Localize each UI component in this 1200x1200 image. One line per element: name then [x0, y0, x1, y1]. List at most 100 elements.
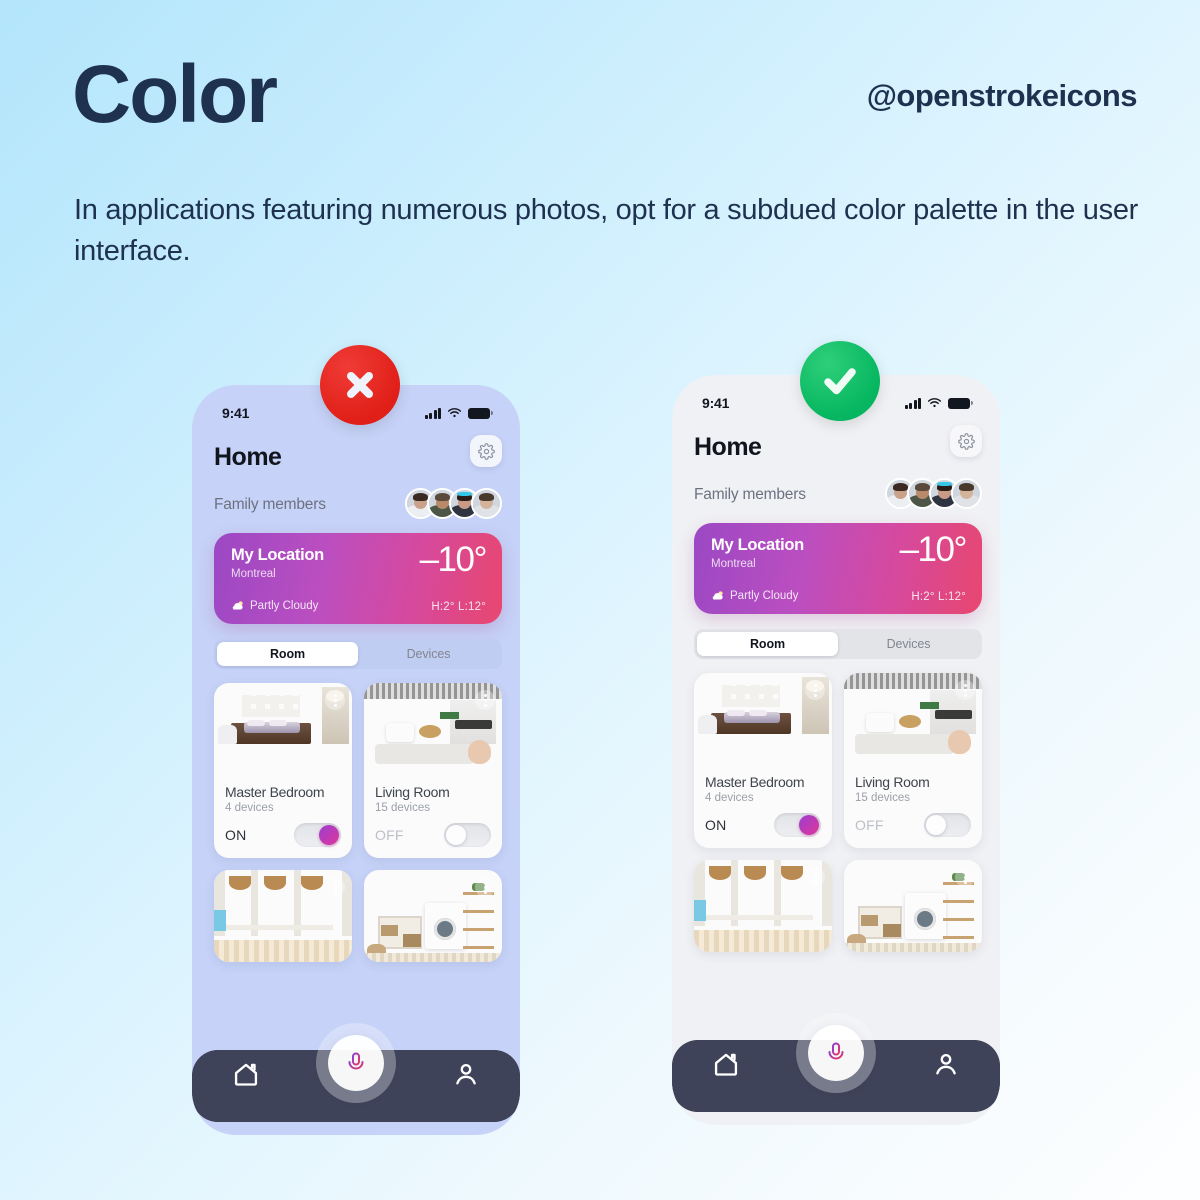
family-members-label: Family members: [214, 496, 326, 513]
room-photo: [364, 870, 502, 962]
voice-assistant-button[interactable]: [808, 1025, 864, 1081]
room-name: Master Bedroom: [225, 784, 325, 800]
voice-assistant-button[interactable]: [328, 1035, 384, 1091]
weather-condition: Partly Cloudy: [231, 599, 318, 613]
room-card[interactable]: Master Bedroom 4 devices ON: [694, 673, 832, 848]
check-icon: [824, 368, 856, 395]
room-name: Master Bedroom: [705, 774, 805, 790]
avatar-group[interactable]: [885, 478, 982, 509]
gear-icon: [957, 432, 975, 450]
battery-full-icon: [948, 397, 973, 409]
battery-full-icon: [468, 407, 493, 419]
more-vertical-icon[interactable]: [805, 867, 825, 887]
room-card[interactable]: [844, 860, 982, 952]
avatar[interactable]: [471, 488, 502, 519]
microphone-icon: [348, 1052, 364, 1073]
cellular-bars-icon: [904, 397, 921, 409]
wifi-icon: [927, 398, 942, 408]
correct-badge: [800, 341, 880, 421]
weather-card[interactable]: My Location Montreal –10° Partly Cloudy …: [214, 533, 502, 624]
status-time: 9:41: [702, 395, 730, 411]
room-card[interactable]: [214, 870, 352, 962]
room-name: Living Room: [855, 774, 930, 790]
room-photo: [364, 683, 502, 775]
weather-location: My Location: [231, 546, 324, 564]
more-vertical-icon[interactable]: [475, 877, 495, 897]
weather-city: Montreal: [231, 568, 276, 580]
nav-home-button[interactable]: [712, 1050, 740, 1078]
room-photo: [694, 860, 832, 952]
status-time: 9:41: [222, 405, 250, 421]
room-photo: [844, 673, 982, 765]
room-card[interactable]: Living Room 15 devices OFF: [364, 683, 502, 858]
nav-profile-button[interactable]: [932, 1050, 960, 1078]
weather-condition: Partly Cloudy: [711, 589, 798, 603]
family-members-label: Family members: [694, 486, 806, 503]
room-power-toggle[interactable]: [924, 813, 971, 837]
partly-cloudy-icon: [712, 591, 723, 600]
segmented-control[interactable]: Room Devices: [694, 629, 982, 659]
author-handle: @openstrokeicons: [866, 78, 1138, 113]
family-members-row: Family members: [214, 488, 502, 522]
microphone-icon: [828, 1042, 844, 1063]
person-icon: [456, 1063, 476, 1085]
more-vertical-icon[interactable]: [955, 867, 975, 887]
room-device-count: 4 devices: [225, 802, 274, 814]
weather-city: Montreal: [711, 558, 756, 570]
room-power-toggle[interactable]: [294, 823, 341, 847]
person-icon: [936, 1053, 956, 1075]
room-device-count: 4 devices: [705, 792, 754, 804]
tab-room[interactable]: Room: [697, 632, 838, 656]
more-vertical-icon[interactable]: [325, 690, 345, 710]
room-card[interactable]: [694, 860, 832, 952]
weather-high-low: H:2° L:12°: [431, 601, 486, 613]
more-vertical-icon[interactable]: [325, 877, 345, 897]
family-members-row: Family members: [694, 478, 982, 512]
room-card[interactable]: Master Bedroom 4 devices ON: [214, 683, 352, 858]
room-power-toggle[interactable]: [444, 823, 491, 847]
more-vertical-icon[interactable]: [805, 680, 825, 700]
settings-button[interactable]: [950, 425, 982, 457]
room-power-toggle[interactable]: [774, 813, 821, 837]
partly-cloudy-icon: [232, 601, 243, 610]
room-power-label: OFF: [855, 817, 884, 833]
cellular-bars-icon: [424, 407, 441, 419]
home-icon: [714, 1053, 738, 1076]
nav-home-button[interactable]: [232, 1060, 260, 1088]
app-page-title: Home: [214, 443, 282, 471]
page-subtitle: In applications featuring numerous photo…: [74, 194, 1139, 268]
wifi-icon: [447, 408, 462, 418]
room-card[interactable]: Living Room 15 devices OFF: [844, 673, 982, 848]
home-icon: [234, 1063, 258, 1086]
weather-location: My Location: [711, 536, 804, 554]
room-device-count: 15 devices: [855, 792, 910, 804]
tab-devices[interactable]: Devices: [838, 632, 979, 656]
more-vertical-icon[interactable]: [955, 680, 975, 700]
weather-temperature: –10°: [899, 530, 968, 569]
segmented-control[interactable]: Room Devices: [214, 639, 502, 669]
avatar[interactable]: [951, 478, 982, 509]
weather-card[interactable]: My Location Montreal –10° Partly Cloudy …: [694, 523, 982, 614]
phone-mockup-correct: 9:41 Home Family members My Location Mon…: [672, 375, 1000, 1125]
settings-button[interactable]: [470, 435, 502, 467]
room-power-label: ON: [225, 827, 247, 843]
weather-temperature: –10°: [419, 540, 488, 579]
room-photo: [844, 860, 982, 952]
avatar-group[interactable]: [405, 488, 502, 519]
room-card[interactable]: [364, 870, 502, 962]
bottom-nav: [192, 1035, 520, 1135]
bottom-nav: [672, 1025, 1000, 1125]
app-page-title: Home: [694, 433, 762, 461]
phone-mockup-incorrect: 9:41 Home Family members My Location Mon…: [192, 385, 520, 1135]
nav-profile-button[interactable]: [452, 1060, 480, 1088]
room-photo: [214, 870, 352, 962]
room-photo: [694, 673, 832, 765]
weather-high-low: H:2° L:12°: [911, 591, 966, 603]
cross-icon: [347, 372, 373, 398]
room-photo: [214, 683, 352, 775]
tab-room[interactable]: Room: [217, 642, 358, 666]
more-vertical-icon[interactable]: [475, 690, 495, 710]
page-title: Color: [72, 49, 278, 140]
incorrect-badge: [320, 345, 400, 425]
tab-devices[interactable]: Devices: [358, 642, 499, 666]
